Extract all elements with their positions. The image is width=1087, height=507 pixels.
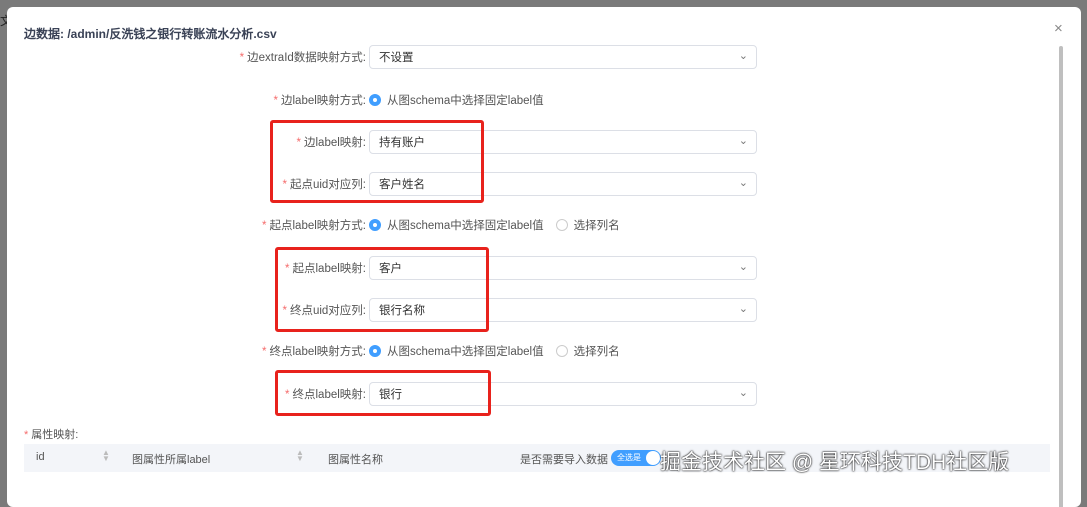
col-id[interactable]: id bbox=[36, 451, 45, 463]
field-label: 起点label映射方式: bbox=[269, 220, 367, 232]
field-label: 终点label映射方式: bbox=[269, 346, 367, 358]
required-mark: * bbox=[273, 95, 278, 107]
radio-label: 从图schema中选择固定label值 bbox=[387, 346, 544, 358]
watermark: 掘金技术社区 @ 星环科技TDH社区版 bbox=[660, 451, 1010, 474]
col-import: 是否需要导入数据 bbox=[520, 454, 608, 466]
required-mark: * bbox=[24, 429, 29, 441]
highlight-box bbox=[270, 120, 484, 203]
chevron-down-icon: ⌄ bbox=[738, 261, 748, 273]
select-value: 不设置 bbox=[379, 52, 414, 64]
radio-checked-icon bbox=[369, 219, 381, 231]
field-start-label-mode: * 起点label映射方式: 从图schema中选择固定label值 选择列名 bbox=[7, 213, 1081, 237]
radio-unchecked-icon bbox=[555, 219, 568, 231]
required-mark: * bbox=[239, 52, 245, 64]
toggle-label: 全选是 bbox=[617, 453, 641, 462]
chevron-down-icon: ⌄ bbox=[738, 50, 748, 62]
field-end-label: * 终点label映射: 银行 ⌄ bbox=[7, 382, 1081, 406]
dialog-title: 边数据: /admin/反洗钱之银行转账流水分析.csv bbox=[24, 27, 277, 41]
radio-label: 选择列名 bbox=[573, 346, 620, 358]
field-label: 边extraId数据映射方式: bbox=[247, 52, 366, 64]
field-start-label: * 起点label映射: 客户 ⌄ bbox=[7, 256, 1081, 280]
radio-checked-icon bbox=[369, 94, 381, 106]
radio-column-name[interactable]: 选择列名 bbox=[555, 343, 620, 359]
highlight-box bbox=[275, 370, 491, 416]
highlight-box bbox=[275, 247, 489, 332]
required-mark: * bbox=[262, 220, 267, 232]
field-end-uid: * 终点uid对应列: 银行名称 ⌄ bbox=[7, 298, 1081, 322]
col-attr-name: 图属性名称 bbox=[328, 454, 383, 466]
edge-data-dialog: 边数据: /admin/反洗钱之银行转账流水分析.csv × * 边extraId… bbox=[7, 7, 1081, 507]
radio-column-name[interactable]: 选择列名 bbox=[555, 217, 620, 233]
radio-checked-icon bbox=[369, 345, 381, 357]
required-mark: * bbox=[262, 346, 267, 358]
field-start-uid: * 起点uid对应列: 客户姓名 ⌄ bbox=[7, 172, 1081, 196]
radio-label: 选择列名 bbox=[573, 220, 620, 232]
field-label: 边label映射方式: bbox=[281, 95, 366, 107]
sort-icon[interactable]: ▲ ▼ bbox=[102, 449, 110, 463]
extraid-mode-select[interactable]: 不设置 ⌄ bbox=[369, 45, 757, 69]
attr-mapping-label: 属性映射: bbox=[31, 429, 79, 441]
sort-icon[interactable]: ▲ ▼ bbox=[296, 449, 304, 463]
chevron-down-icon: ⌄ bbox=[738, 303, 748, 315]
field-edge-label: * 边label映射: 持有账户 ⌄ bbox=[7, 130, 1081, 154]
select-all-toggle[interactable]: 全选是 bbox=[611, 450, 661, 466]
chevron-down-icon: ⌄ bbox=[738, 135, 748, 147]
field-end-label-mode: * 终点label映射方式: 从图schema中选择固定label值 选择列名 bbox=[7, 339, 1081, 363]
radio-label: 从图schema中选择固定label值 bbox=[387, 95, 544, 107]
col-label[interactable]: 图属性所属label bbox=[132, 451, 210, 467]
close-icon[interactable]: × bbox=[1054, 20, 1063, 37]
field-extraid-mode: * 边extraId数据映射方式: 不设置 ⌄ bbox=[7, 45, 1081, 69]
field-edge-label-mode: * 边label映射方式: 从图schema中选择固定label值 bbox=[7, 88, 1081, 112]
radio-label: 从图schema中选择固定label值 bbox=[387, 220, 544, 232]
toggle-knob bbox=[646, 451, 660, 465]
radio-fixed-label[interactable]: 从图schema中选择固定label值 bbox=[369, 217, 544, 233]
chevron-down-icon: ⌄ bbox=[738, 387, 748, 399]
chevron-down-icon: ⌄ bbox=[738, 177, 748, 189]
radio-fixed-label[interactable]: 从图schema中选择固定label值 bbox=[369, 343, 544, 359]
radio-fixed-label[interactable]: 从图schema中选择固定label值 bbox=[369, 92, 544, 108]
radio-unchecked-icon bbox=[555, 345, 568, 357]
